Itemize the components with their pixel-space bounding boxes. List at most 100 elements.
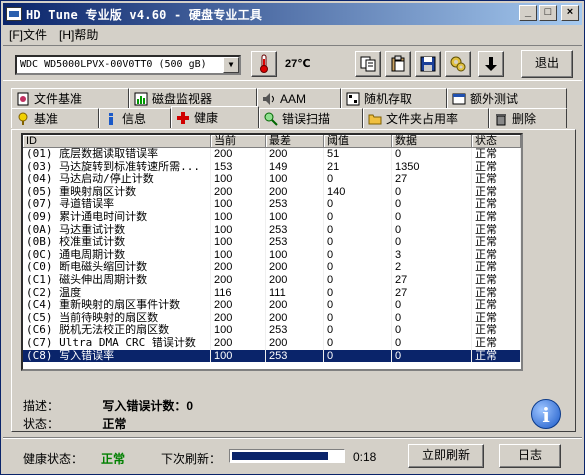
tab-aam[interactable]: AAM — [257, 88, 341, 108]
table-row[interactable]: (05) 重映射扇区计数 200 200 140 0 正常 — [23, 185, 521, 199]
cell-threshold: 21 — [324, 160, 392, 174]
cell-id: (09) 累计通电时间计数 — [23, 210, 211, 224]
exit-button[interactable]: 退出 — [521, 50, 573, 78]
table-row[interactable]: (0C) 通电周期计数 100 100 0 3 正常 — [23, 248, 521, 262]
smart-table[interactable]: ID 当前 最差 阈值 数据 状态 (01) 底层数据读取错误率 200 200 51… — [21, 133, 523, 371]
tab-info[interactable]: 信息 — [99, 108, 171, 128]
menu-help[interactable]: [H]帮助 — [59, 26, 98, 44]
table-row[interactable]: (04) 马达启动/停止计数 100 100 0 27 正常 — [23, 173, 521, 186]
table-row[interactable]: (C6) 脱机无法校正的扇区数 100 253 0 0 正常 — [23, 324, 521, 337]
tab-error-scan[interactable]: 错误扫描 — [259, 108, 363, 128]
table-header: ID 当前 最差 阈值 数据 状态 — [23, 135, 521, 148]
table-row[interactable]: (C2) 温度 116 111 0 27 正常 — [23, 286, 521, 300]
tab-random-access[interactable]: 随机存取 — [341, 88, 447, 108]
cell-threshold: 0 — [324, 286, 392, 300]
table-row[interactable]: (0A) 马达重试计数 100 253 0 0 正常 — [23, 223, 521, 237]
cell-threshold: 0 — [324, 210, 392, 224]
cell-status: 正常 — [472, 185, 521, 199]
tab-file-benchmark[interactable]: 文件基准 — [11, 88, 129, 108]
tab-disk-monitor[interactable]: 磁盘监视器 — [129, 88, 257, 108]
health-cross-icon — [177, 111, 189, 124]
table-row[interactable]: (C5) 当前待映射的扇区数 200 200 0 0 正常 — [23, 311, 521, 325]
extra-tests-icon — [452, 93, 466, 104]
cell-data: 0 — [392, 324, 472, 337]
cell-current: 200 — [211, 336, 266, 350]
drive-select-value: WDC WD5000LPVX-00V0TT0 (500 gB) — [20, 59, 207, 70]
tab-label: AAM — [280, 91, 307, 106]
cell-current: 100 — [211, 324, 266, 337]
random-access-icon — [346, 92, 360, 105]
cell-status: 正常 — [472, 223, 521, 237]
column-header-worst[interactable]: 最差 — [266, 135, 324, 148]
table-row[interactable]: (01) 底层数据读取错误率 200 200 51 0 正常 — [23, 148, 521, 161]
options-button[interactable] — [445, 51, 471, 77]
minimize-button[interactable]: _ — [519, 5, 537, 21]
tab-label: 随机存取 — [364, 91, 413, 106]
cell-id: (C5) 当前待映射的扇区数 — [23, 311, 211, 325]
chevron-down-icon[interactable]: ▼ — [223, 57, 239, 73]
cell-status: 正常 — [472, 261, 521, 274]
tab-label: 健康 — [194, 110, 219, 125]
status-bar: 健康状态： 正常 下次刷新： 0:18 立即刷新 日志 — [3, 437, 582, 473]
table-row[interactable]: (C0) 断电磁头缩回计数 200 200 0 2 正常 — [23, 261, 521, 274]
download-button[interactable] — [478, 51, 504, 77]
log-button[interactable]: 日志 — [499, 444, 561, 468]
tab-extra-tests[interactable]: 额外测试 — [447, 88, 567, 108]
table-row[interactable]: (C1) 磁头伸出周期计数 200 200 0 27 正常 — [23, 273, 521, 287]
cell-status: 正常 — [472, 336, 521, 350]
gears-icon — [450, 56, 466, 72]
refresh-now-button[interactable]: 立即刷新 — [408, 444, 484, 468]
cell-id: (C8) 写入错误率 — [23, 349, 211, 363]
table-row[interactable]: (C4) 重新映射的扇区事件计数 200 200 0 0 正常 — [23, 299, 521, 312]
cell-id: (0C) 通电周期计数 — [23, 248, 211, 262]
thermometer-icon — [260, 54, 268, 73]
table-row[interactable]: (09) 累计通电时间计数 100 100 0 0 正常 — [23, 210, 521, 224]
cell-threshold: 0 — [324, 173, 392, 186]
table-row[interactable]: (03) 马达旋转到标准转速所需... 153 149 21 1350 正常 — [23, 160, 521, 174]
cell-id: (03) 马达旋转到标准转速所需... — [23, 160, 211, 174]
cell-id: (C2) 温度 — [23, 286, 211, 300]
cell-status: 正常 — [472, 210, 521, 224]
title-bar[interactable]: HD Tune 专业版 v4.60 - 硬盘专业工具 _ □ × — [3, 3, 582, 25]
cell-status: 正常 — [472, 273, 521, 287]
column-header-threshold[interactable]: 阈值 — [324, 135, 392, 148]
cell-id: (0B) 校准重试计数 — [23, 236, 211, 249]
maximize-button[interactable]: □ — [539, 5, 557, 21]
cell-data: 27 — [392, 273, 472, 287]
drive-select[interactable]: WDC WD5000LPVX-00V0TT0 (500 gB) ▼ — [15, 55, 241, 75]
table-row[interactable]: (C8) 写入错误率 100 253 0 0 正常 — [23, 349, 521, 363]
cell-threshold: 0 — [324, 261, 392, 274]
tab-folder-usage[interactable]: 文件夹占用率 — [363, 108, 489, 128]
tab-delete[interactable]: 删除 — [489, 108, 567, 128]
save-button[interactable] — [415, 51, 441, 77]
menu-file[interactable]: [F]文件 — [9, 26, 47, 44]
cell-worst: 253 — [266, 223, 324, 237]
info-button-icon[interactable]: i — [531, 399, 561, 429]
close-button[interactable]: × — [561, 5, 579, 21]
temperature-readout: 27℃ — [285, 58, 311, 70]
table-row[interactable]: (0B) 校准重试计数 100 253 0 0 正常 — [23, 236, 521, 249]
cell-current: 100 — [211, 173, 266, 186]
cell-id: (C4) 重新映射的扇区事件计数 — [23, 299, 211, 312]
temperature-button[interactable] — [251, 51, 277, 77]
tab-label: 基准 — [34, 111, 59, 126]
tab-health[interactable]: 健康 — [171, 106, 259, 128]
toolbar: WDC WD5000LPVX-00V0TT0 (500 gB) ▼ 27℃ 退出 — [3, 45, 582, 81]
tab-benchmark[interactable]: 基准 — [11, 108, 99, 128]
cell-worst: 253 — [266, 236, 324, 249]
cell-id: (C6) 脱机无法校正的扇区数 — [23, 324, 211, 337]
column-header-id[interactable]: ID — [23, 135, 211, 148]
copy-all-button[interactable] — [385, 51, 411, 77]
description-value: 写入错误计数：0 — [102, 399, 194, 413]
table-row[interactable]: (07) 寻道错误率 100 253 0 0 正常 — [23, 198, 521, 211]
column-header-status[interactable]: 状态 — [472, 135, 521, 148]
column-header-data[interactable]: 数据 — [392, 135, 472, 148]
cell-worst: 200 — [266, 261, 324, 274]
table-row[interactable]: (C7) Ultra DMA CRC 错误计数 200 200 0 0 正常 — [23, 336, 521, 350]
cell-status: 正常 — [472, 173, 521, 186]
copy-button[interactable] — [355, 51, 381, 77]
speaker-icon — [263, 92, 274, 105]
column-header-current[interactable]: 当前 — [211, 135, 266, 148]
cell-data: 2 — [392, 261, 472, 274]
cell-id: (C0) 断电磁头缩回计数 — [23, 261, 211, 274]
